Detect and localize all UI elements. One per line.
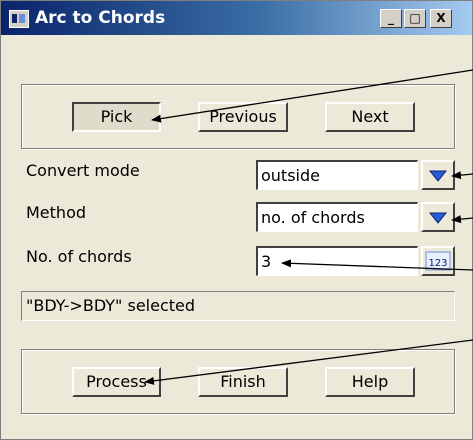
convert-mode-dropdown-button[interactable] [421, 160, 455, 190]
method-field[interactable]: no. of chords [256, 202, 418, 232]
window-title: Arc to Chords [35, 8, 166, 28]
calculator-icon-text: 123 [428, 258, 447, 269]
minimize-icon: _ [388, 11, 394, 25]
maximize-icon: □ [409, 11, 421, 25]
chords-label: No. of chords [26, 247, 132, 266]
convert-mode-field[interactable]: outside [256, 160, 418, 190]
convert-mode-label: Convert mode [26, 161, 140, 180]
close-button[interactable]: X [430, 9, 452, 28]
minimize-button[interactable]: _ [380, 9, 402, 28]
chevron-down-icon [428, 170, 448, 182]
finish-button[interactable]: Finish [198, 367, 288, 397]
status-message: "BDY->BDY" selected [21, 291, 455, 321]
dialog-window: Arc to Chords _ □ X Pick Previous Next C… [0, 0, 473, 440]
calculator-icon: 123 [425, 251, 451, 271]
chords-field[interactable]: 3 [256, 246, 418, 276]
process-button[interactable]: Process [72, 367, 161, 397]
maximize-button[interactable]: □ [404, 9, 426, 28]
title-bar[interactable]: Arc to Chords _ □ X [1, 1, 472, 35]
previous-button[interactable]: Previous [198, 102, 288, 132]
close-icon: X [436, 11, 446, 25]
method-label: Method [26, 203, 87, 222]
help-button[interactable]: Help [325, 367, 415, 397]
method-dropdown-button[interactable] [421, 202, 455, 232]
calculator-button[interactable]: 123 [421, 246, 455, 276]
pick-button[interactable]: Pick [72, 102, 161, 132]
next-button[interactable]: Next [325, 102, 415, 132]
app-icon [9, 10, 29, 28]
chevron-down-icon [428, 212, 448, 224]
